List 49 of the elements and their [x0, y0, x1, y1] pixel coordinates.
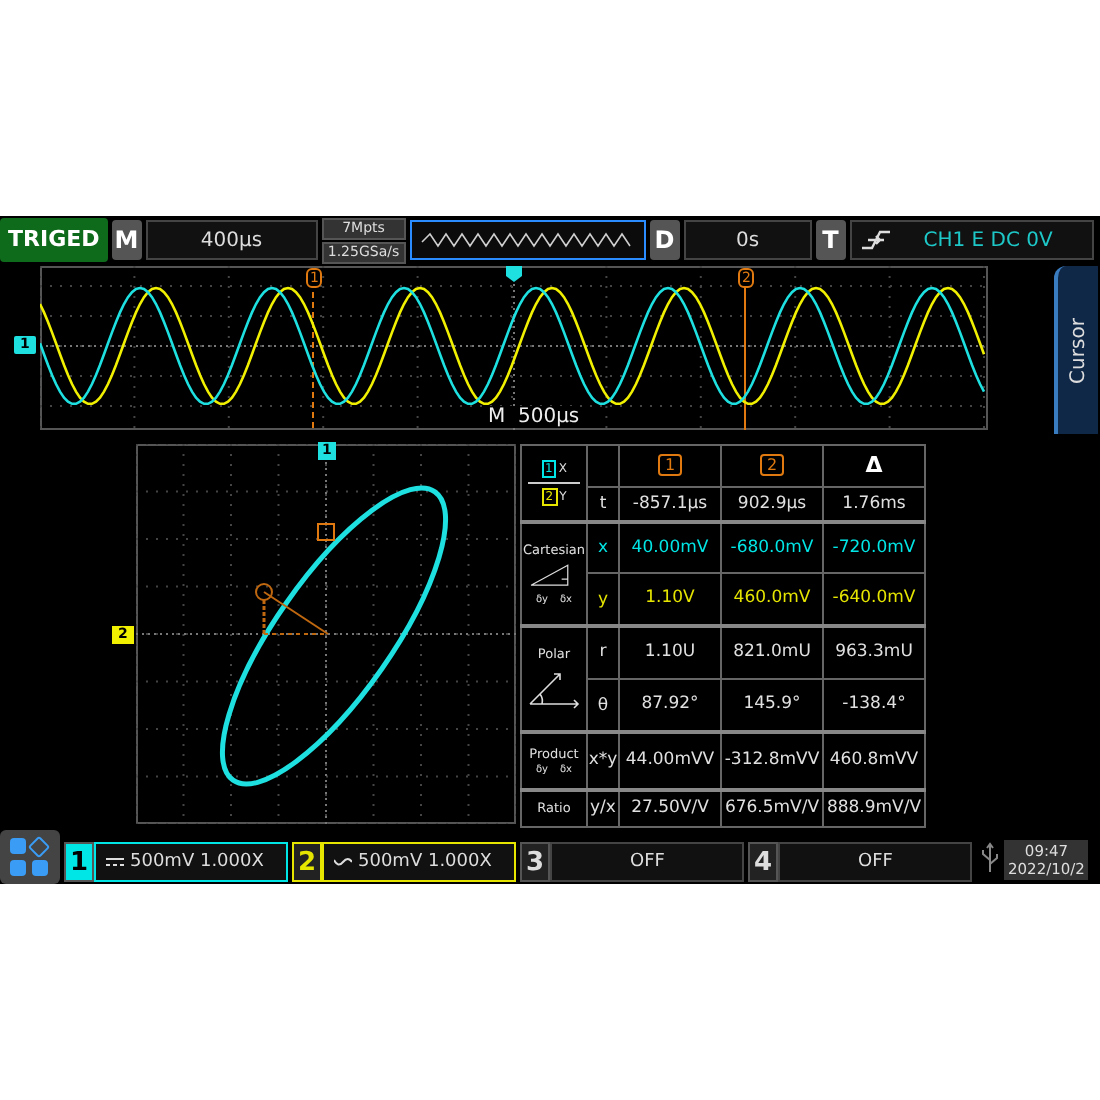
menu-button[interactable] [0, 830, 60, 884]
table-cell: -312.8mVV [721, 732, 823, 790]
table-cell: 460.8mVV [823, 732, 925, 790]
horizontal-scale[interactable]: 400µs [145, 220, 318, 260]
table-cell: -680.0mV [721, 522, 823, 574]
dc-coupling-icon [106, 855, 124, 867]
column-header: 1 [658, 453, 682, 476]
channel-settings[interactable]: OFF [778, 841, 972, 881]
channel-settings[interactable]: 500mV 1.000X [322, 841, 516, 881]
channel-number[interactable]: 1 [64, 841, 94, 881]
table-cell: 821.0mU [721, 625, 823, 679]
channel-status: OFF [630, 851, 665, 871]
channel-scale: 500mV 1.000X [358, 851, 492, 871]
channel-status: OFF [858, 851, 893, 871]
table-cell: y/x [587, 789, 619, 827]
horizontal-key[interactable]: M [111, 220, 142, 260]
column-header: Δ [865, 452, 883, 479]
table-cell: 27.50V/V [619, 789, 721, 827]
table-cell: x [587, 522, 619, 574]
table-cell: 676.5mV/V [721, 789, 823, 827]
rising-edge-icon [859, 228, 892, 252]
table-cell: 963.3mU [823, 625, 925, 679]
table-cell: 1.10U [619, 625, 721, 679]
table-cell: r [587, 625, 619, 679]
ac-coupling-icon [334, 855, 352, 867]
table-cell: 888.9mV/V [823, 789, 925, 827]
channel-number[interactable]: 2 [292, 841, 322, 881]
apps-icon [8, 835, 52, 879]
channel-scale: 500mV 1.000X [130, 851, 264, 871]
table-cell: 40.00mV [619, 522, 721, 574]
channel-settings[interactable]: 500mV 1.000X [94, 841, 288, 881]
trigger-status: TRIGED [0, 218, 108, 262]
delay-value[interactable]: 0s [683, 220, 812, 260]
trigger-settings: CH1 E DC 0V [923, 229, 1053, 251]
channel-number[interactable]: 3 [520, 841, 550, 881]
trigger-position-icon[interactable] [506, 266, 522, 282]
column-header: 2 [760, 453, 784, 476]
cursor-point-icon [317, 522, 335, 541]
channel-number[interactable]: 4 [748, 841, 778, 881]
delay-key[interactable]: D [649, 220, 680, 260]
table-cell: 44.00mVV [619, 732, 721, 790]
table-cell: x*y [587, 732, 619, 790]
timebase-label: M 500µs [488, 406, 580, 428]
trigger-key[interactable]: T [815, 220, 846, 260]
cursor-tab[interactable]: Cursor [1054, 266, 1098, 434]
usb-icon [980, 841, 1000, 873]
table-cell: -720.0mV [823, 522, 925, 574]
polar-cursor-drawing [255, 582, 329, 635]
channel-settings[interactable]: OFF [550, 841, 744, 881]
